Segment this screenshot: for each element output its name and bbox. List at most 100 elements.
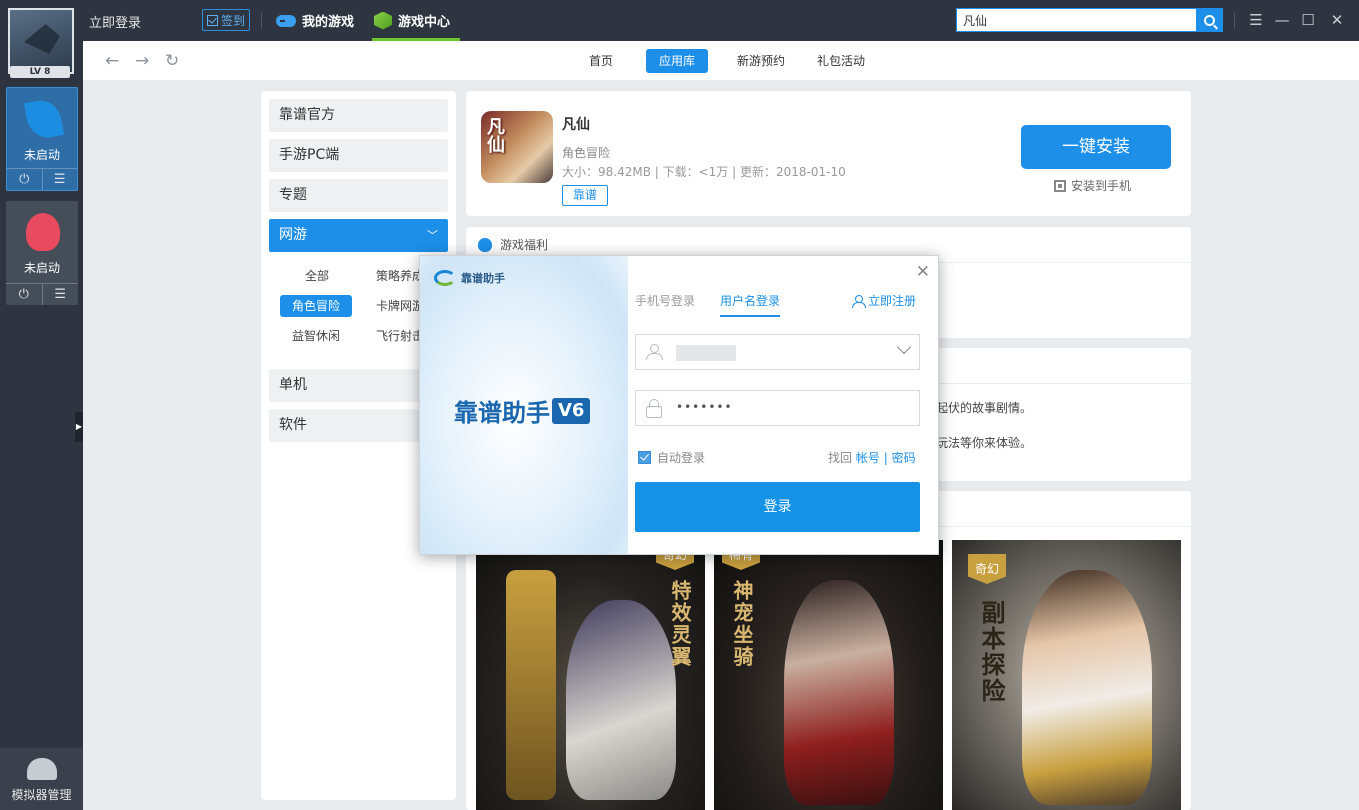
search-input[interactable] xyxy=(957,9,1197,31)
subcategory-puzzle[interactable]: 益智休闲 xyxy=(280,325,352,347)
divider xyxy=(1234,12,1235,29)
category-mobile-pc[interactable]: 手游PC端 xyxy=(269,139,448,172)
recover-account-link[interactable]: 帐号 xyxy=(856,451,880,465)
power-icon[interactable]: ⏻ xyxy=(7,169,43,190)
back-arrow-icon[interactable]: ← xyxy=(105,51,119,71)
tab-phone-login[interactable]: 手机号登录 xyxy=(635,292,695,315)
leaf-icon xyxy=(23,97,65,141)
close-icon[interactable]: ✕ xyxy=(916,262,930,282)
power-icon[interactable]: ⏻ xyxy=(6,284,43,305)
nav-tab-new-games[interactable]: 新游预约 xyxy=(724,49,798,73)
nav-tab-gifts[interactable]: 礼包活动 xyxy=(804,49,878,73)
recover-links: 找回 帐号 | 密码 xyxy=(828,449,916,466)
password-value: ••••••• xyxy=(676,400,733,414)
menu-icon[interactable]: ☰ xyxy=(43,169,78,190)
subcategory-all[interactable]: 全部 xyxy=(293,265,341,287)
username-field[interactable] xyxy=(635,334,920,370)
chevron-down-icon: ﹀ xyxy=(427,229,438,242)
maximize-icon[interactable]: ☐ xyxy=(1298,10,1318,30)
register-label: 立即注册 xyxy=(868,294,917,308)
emulator-status: 未启动 xyxy=(23,148,60,162)
lock-icon xyxy=(645,399,663,418)
tab-my-games-label: 我的游戏 xyxy=(302,15,355,30)
login-link[interactable]: 立即登录 xyxy=(89,12,141,31)
category-online[interactable]: 网游 ﹀ xyxy=(269,219,448,252)
recover-separator: | xyxy=(883,451,888,465)
recover-prefix: 找回 xyxy=(828,451,853,465)
dialog-brand-panel: 靠谱助手 靠谱助手 V6 xyxy=(420,256,628,554)
screenshot-2[interactable]: 稀有 神宠坐骑 xyxy=(714,540,943,810)
search-box xyxy=(956,8,1223,32)
product-version: V6 xyxy=(552,397,591,424)
login-dialog: 靠谱助手 靠谱助手 V6 ✕ 手机号登录 用户名登录 立即注册 ••••••• … xyxy=(419,255,939,555)
checkin-icon xyxy=(206,14,218,26)
user-avatar[interactable] xyxy=(8,8,74,74)
user-icon xyxy=(645,343,663,361)
search-button[interactable] xyxy=(1196,8,1223,32)
category-official[interactable]: 靠谱官方 xyxy=(269,99,448,132)
avatar-logo xyxy=(24,24,60,54)
product-name: 靠谱助手 xyxy=(454,399,550,427)
cube-icon xyxy=(374,11,392,30)
top-bar: 立即登录 签到 我的游戏 游戏中心 ☰ — ☐ ✕ xyxy=(83,0,1359,41)
game-card: 凡仙 凡仙 角色冒险 大小：98.42MB | 下载：<1万 | 更新：2018… xyxy=(466,91,1191,216)
login-button[interactable]: 登录 xyxy=(635,482,920,532)
password-field[interactable]: ••••••• xyxy=(635,390,920,426)
username-value-masked xyxy=(676,345,736,361)
signin-button[interactable]: 签到 xyxy=(202,9,250,31)
game-icon[interactable]: 凡仙 xyxy=(481,111,553,183)
logo-icon xyxy=(434,270,456,286)
menu-icon[interactable]: ☰ xyxy=(43,284,79,305)
tab-game-center-label: 游戏中心 xyxy=(398,15,451,30)
emulator-card-2[interactable]: 未启动 ⏻ ☰ xyxy=(6,201,78,305)
register-link[interactable]: 立即注册 xyxy=(852,292,916,309)
install-button[interactable]: 一键安装 xyxy=(1021,125,1171,169)
subcategory-rpg[interactable]: 角色冒险 xyxy=(280,295,353,317)
tab-game-center[interactable]: 游戏中心 xyxy=(372,0,461,41)
screenshot-caption: 神宠坐骑 xyxy=(730,580,754,668)
product-title: 靠谱助手 V6 xyxy=(454,393,591,428)
browser-nav: ← → ↻ 首页 应用库 新游预约 礼包活动 xyxy=(83,41,1359,81)
simulator-manager-button[interactable]: 模拟器管理 xyxy=(0,748,83,810)
android-icon xyxy=(26,758,57,780)
checkbox-checked-icon xyxy=(638,451,651,464)
intro-line-2: 玩法等你来体验。 xyxy=(936,436,1033,450)
simulator-manager-label: 模拟器管理 xyxy=(11,788,72,802)
collapse-handle[interactable]: ▶ xyxy=(75,412,83,442)
forward-arrow-icon[interactable]: → xyxy=(135,51,149,71)
screenshot-1[interactable]: 奇幻 特效灵翼 xyxy=(476,540,705,810)
nav-tab-app-library[interactable]: 应用库 xyxy=(646,49,709,73)
chevron-down-icon[interactable] xyxy=(896,339,912,355)
bug-icon xyxy=(26,213,60,251)
money-bag-icon xyxy=(478,237,492,252)
search-icon xyxy=(1204,14,1215,26)
emulator-status: 未启动 xyxy=(23,261,60,275)
close-icon[interactable]: ✕ xyxy=(1327,10,1347,30)
left-dock: LV 8 未启动 ⏻ ☰ 未启动 ⏻ ☰ ▶ 模拟器管理 xyxy=(0,0,83,810)
game-genre: 角色冒险 xyxy=(562,146,611,160)
game-title: 凡仙 xyxy=(562,117,590,133)
screenshot-caption: 副本探险 xyxy=(977,600,1006,704)
screenshot-caption: 特效灵翼 xyxy=(668,580,692,668)
screenshot-3[interactable]: 奇幻 副本探险 xyxy=(952,540,1181,810)
emulator-card-1[interactable]: 未启动 ⏻ ☰ xyxy=(6,87,78,191)
recover-password-link[interactable]: 密码 xyxy=(892,451,916,465)
game-icon-text: 凡仙 xyxy=(484,117,505,153)
nav-tab-home[interactable]: 首页 xyxy=(576,49,626,73)
brand-name: 靠谱助手 xyxy=(461,272,505,285)
add-user-icon xyxy=(852,294,866,308)
tab-username-login[interactable]: 用户名登录 xyxy=(720,292,781,317)
install-to-phone-link[interactable]: 安装到手机 xyxy=(1054,177,1131,194)
game-tag[interactable]: 靠谱 xyxy=(562,185,608,206)
divider xyxy=(261,12,262,29)
category-topics[interactable]: 专题 xyxy=(269,179,448,212)
menu-icon[interactable]: ☰ xyxy=(1246,10,1266,30)
gamepad-icon xyxy=(276,14,296,27)
refresh-icon[interactable]: ↻ xyxy=(165,51,179,71)
intro-line-1: 起伏的故事剧情。 xyxy=(936,401,1033,415)
tab-my-games[interactable]: 我的游戏 xyxy=(276,0,354,41)
category-online-label: 网游 xyxy=(279,227,307,243)
minimize-icon[interactable]: — xyxy=(1272,10,1292,30)
benefits-title: 游戏福利 xyxy=(500,238,549,252)
auto-login-checkbox[interactable]: 自动登录 xyxy=(638,449,705,466)
